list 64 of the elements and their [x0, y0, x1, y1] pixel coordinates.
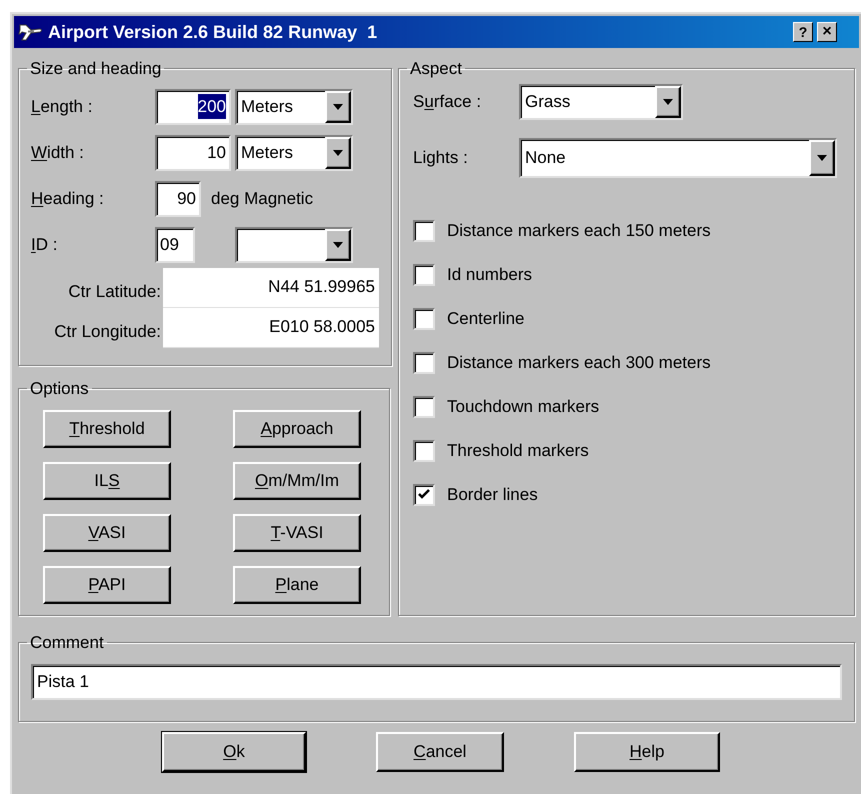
option-button[interactable]: VASI — [43, 514, 171, 552]
field-label: Lights : — [413, 146, 469, 169]
checkbox[interactable] — [413, 220, 435, 242]
group-title: Options — [29, 378, 90, 400]
field-label: Length : — [31, 96, 94, 118]
dialog-button[interactable]: Help — [574, 732, 720, 772]
checkbox[interactable] — [413, 308, 435, 330]
number-field[interactable]: 90 — [155, 180, 201, 216]
dropdown-arrow-button[interactable] — [325, 228, 351, 260]
option-button[interactable]: T-VASI — [233, 514, 361, 552]
checkbox-label: Centerline — [447, 308, 524, 330]
dropdown[interactable]: None — [519, 138, 837, 178]
option-button[interactable]: Om/Mm/Im — [233, 462, 361, 500]
checkbox-label: Id numbers — [447, 264, 532, 286]
number-field[interactable]: 200 — [155, 88, 231, 124]
caret-down-icon — [333, 104, 343, 110]
group-title: Aspect — [409, 58, 463, 80]
checkbox-label: Border lines — [447, 484, 538, 506]
checkbox[interactable] — [413, 352, 435, 374]
dropdown-arrow-button[interactable] — [655, 86, 681, 118]
checkbox-label: Touchdown markers — [447, 396, 600, 418]
unit-label: deg Magnetic — [211, 188, 314, 210]
number-field[interactable]: 09 — [155, 226, 195, 262]
checkbox[interactable] — [413, 396, 435, 418]
option-button[interactable]: Threshold — [43, 410, 171, 448]
field-label: Ctr Longitude: — [53, 320, 162, 343]
close-button[interactable]: × — [817, 22, 837, 42]
option-button[interactable]: Plane — [233, 566, 361, 604]
field-label: Width : — [31, 142, 85, 164]
field-label: ID : — [31, 234, 58, 256]
dialog-button[interactable]: Ok — [162, 732, 306, 772]
caret-down-icon — [663, 98, 673, 104]
coordinate-field[interactable]: E010 58.0005 — [163, 308, 379, 348]
caret-down-icon — [817, 154, 827, 160]
checkbox[interactable] — [413, 484, 435, 506]
field-label: Heading : — [31, 188, 105, 210]
unit-dropdown[interactable]: Meters — [235, 134, 353, 170]
dropdown-arrow-button[interactable] — [325, 136, 351, 168]
group-title: Comment — [29, 632, 105, 654]
group-title: Size and heading — [29, 58, 162, 80]
number-field[interactable]: 10 — [155, 134, 231, 170]
unit-dropdown[interactable]: Meters — [235, 88, 353, 124]
checkmark-icon — [418, 489, 430, 500]
comment-field[interactable]: Pista 1 — [31, 664, 842, 700]
id-dropdown[interactable] — [235, 226, 353, 262]
checkbox-label: Threshold markers — [447, 440, 589, 462]
caret-down-icon — [333, 242, 343, 248]
dropdown[interactable]: Grass — [519, 84, 683, 120]
checkbox[interactable] — [413, 440, 435, 462]
option-button[interactable]: Approach — [233, 410, 361, 448]
window-title: Airport Version 2.6 Build 82 Runway 1 — [48, 20, 378, 44]
dialog-button[interactable]: Cancel — [376, 732, 504, 772]
dropdown-arrow-button[interactable] — [809, 140, 835, 176]
help-button[interactable]: ? — [793, 22, 813, 42]
dropdown-arrow-button[interactable] — [325, 90, 351, 122]
field-label: Ctr Latitude: — [67, 280, 162, 303]
checkbox[interactable] — [413, 264, 435, 286]
caret-down-icon — [333, 150, 343, 156]
checkbox-label: Distance markers each 150 meters — [447, 220, 711, 242]
coordinate-field[interactable]: N44 51.99965 — [163, 268, 379, 308]
option-button[interactable]: ILS — [43, 462, 171, 500]
checkbox-label: Distance markers each 300 meters — [447, 352, 711, 374]
field-label: Surface : — [413, 90, 482, 113]
option-button[interactable]: PAPI — [43, 566, 171, 604]
